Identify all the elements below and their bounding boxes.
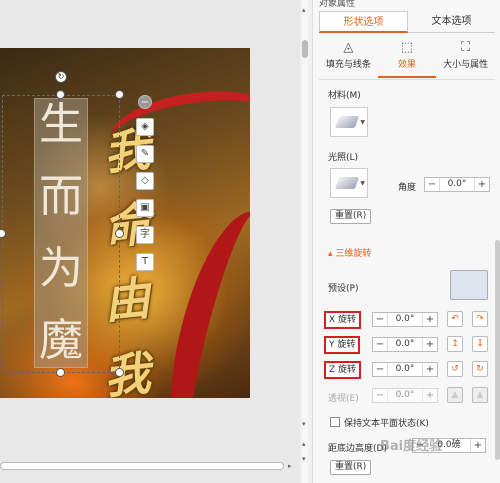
layers-icon[interactable]: ◈ bbox=[136, 118, 154, 136]
material-preview bbox=[334, 116, 360, 128]
lighting-label: 光照(L) bbox=[328, 153, 359, 163]
size-icon: ⛶ bbox=[461, 40, 471, 55]
tab-text-options[interactable]: 文本选项 bbox=[408, 11, 495, 33]
resize-handle[interactable] bbox=[56, 90, 65, 99]
preset-label: 预设(P) bbox=[328, 284, 359, 294]
rotate-cw-icon[interactable]: ↻ bbox=[472, 361, 488, 377]
perspective-narrow-icon: ▲ bbox=[447, 387, 463, 403]
y-rotation-stepper[interactable]: − 0.0° + bbox=[372, 337, 438, 352]
scroll-up-arrow-icon[interactable]: ▴ bbox=[302, 440, 306, 448]
panel-subtabs: ◬ 填充与线条 ⬚ 效果 ⛶ 大小与属性 bbox=[319, 38, 495, 78]
keep-text-flat-checkbox[interactable] bbox=[330, 417, 340, 427]
scroll-up-arrow-icon[interactable]: ▴ bbox=[302, 6, 306, 14]
chevron-down-icon: ▼ bbox=[360, 180, 365, 187]
subtab-effects[interactable]: ⬚ 效果 bbox=[377, 38, 437, 78]
subtab-size-properties[interactable]: ⛶ 大小与属性 bbox=[436, 38, 495, 78]
x-rotation-value[interactable]: 0.0° bbox=[387, 313, 423, 326]
font-icon[interactable]: 字 bbox=[136, 226, 154, 244]
red-ribbon-right bbox=[149, 200, 250, 398]
border-icon[interactable]: ▣ bbox=[136, 199, 154, 217]
z-rotation-stepper[interactable]: − 0.0° + bbox=[372, 362, 438, 377]
minus-button[interactable]: − bbox=[373, 363, 387, 376]
x-rotation-label: X 旋转 bbox=[324, 311, 362, 329]
subtab-label: 大小与属性 bbox=[443, 60, 489, 70]
distance-label: 距底边高度(D) bbox=[328, 444, 387, 454]
section-label: 三维旋转 bbox=[335, 249, 372, 259]
plus-button[interactable]: + bbox=[475, 178, 489, 191]
floating-toolbar: − ◈ ✎ ◇ ▣ 字 T bbox=[136, 95, 154, 271]
effects-icon: ⬚ bbox=[400, 40, 414, 55]
perspective-label: 透视(E) bbox=[328, 394, 359, 404]
resize-handle[interactable] bbox=[115, 229, 124, 238]
reset-button[interactable]: 重置(R) bbox=[330, 209, 372, 224]
subtab-fill-line[interactable]: ◬ 填充与线条 bbox=[319, 38, 378, 78]
textbox-icon[interactable]: T bbox=[136, 253, 154, 271]
plus-button[interactable]: + bbox=[423, 338, 437, 351]
rotate-handle[interactable]: ↻ bbox=[55, 71, 67, 83]
scroll-right-arrow-icon[interactable]: ▸ bbox=[288, 462, 292, 470]
object-properties-panel: 对象属性 形状选项 文本选项 ◬ 填充与线条 ⬚ 效果 ⛶ 大小与属性 bbox=[312, 0, 500, 483]
slide-canvas: 生 而 为 魔 我 命 由 我 ↻ − ◈ ✎ ◇ ▣ 字 T ▸ bbox=[0, 0, 300, 483]
z-rotation-label: Z 旋转 bbox=[324, 361, 362, 379]
rotate-right-icon[interactable]: ↷ bbox=[472, 311, 488, 327]
plus-button: + bbox=[425, 390, 435, 401]
y-rotation-label: Y 旋转 bbox=[324, 336, 361, 354]
angle-value[interactable]: 0.0° bbox=[439, 178, 475, 191]
perspective-value: 0.0° bbox=[387, 389, 423, 402]
lighting-dropdown[interactable]: ▼ bbox=[330, 168, 368, 198]
x-rotation-stepper[interactable]: − 0.0° + bbox=[372, 312, 438, 327]
horizontal-scrollbar[interactable] bbox=[0, 462, 284, 470]
minus-button[interactable]: − bbox=[373, 313, 387, 326]
fill-icon[interactable]: ◇ bbox=[136, 172, 154, 190]
resize-handle[interactable] bbox=[115, 90, 124, 99]
tab-shape-options[interactable]: 形状选项 bbox=[319, 11, 408, 33]
minus-circle-icon[interactable]: − bbox=[138, 95, 152, 109]
lighting-preview bbox=[334, 177, 360, 189]
pen-icon[interactable]: ✎ bbox=[136, 145, 154, 163]
angle-stepper[interactable]: − 0.0° + bbox=[424, 177, 490, 192]
keep-text-flat-label: 保持文本平面状态(K) bbox=[344, 419, 429, 429]
section-3d-rotation[interactable]: ▴ 三维旋转 bbox=[328, 246, 371, 259]
panel-scrollbar[interactable] bbox=[495, 240, 500, 460]
scrollbar-thumb[interactable] bbox=[302, 40, 308, 58]
watermark: Bai度经验 bbox=[380, 439, 443, 454]
tilt-up-icon[interactable]: ↥ bbox=[447, 336, 463, 352]
tilt-down-icon[interactable]: ↧ bbox=[472, 336, 488, 352]
angle-label: 角度 bbox=[398, 183, 417, 193]
scroll-down-arrow-icon[interactable]: ▾ bbox=[302, 420, 306, 428]
divider bbox=[319, 79, 495, 80]
minus-button[interactable]: − bbox=[373, 338, 387, 351]
subtab-label: 填充与线条 bbox=[325, 60, 371, 70]
y-rotation-value[interactable]: 0.0° bbox=[387, 338, 423, 351]
scroll-down-arrow-icon[interactable]: ▾ bbox=[302, 455, 306, 463]
perspective-widen-icon: ▲ bbox=[472, 387, 488, 403]
canvas-vertical-scrollbar[interactable] bbox=[302, 0, 308, 483]
plus-button[interactable]: + bbox=[423, 313, 437, 326]
panel-title: 对象属性 bbox=[319, 0, 356, 9]
subtab-label: 效果 bbox=[398, 60, 417, 70]
rotate-ccw-icon[interactable]: ↺ bbox=[447, 361, 463, 377]
reset-button[interactable]: 重置(R) bbox=[330, 460, 372, 475]
preset-dropdown[interactable] bbox=[450, 270, 488, 300]
z-rotation-value[interactable]: 0.0° bbox=[387, 363, 423, 376]
panel-tabs: 形状选项 文本选项 bbox=[319, 11, 495, 33]
chevron-down-icon: ▼ bbox=[360, 119, 365, 126]
selection-frame bbox=[2, 95, 120, 373]
paint-bucket-icon: ◬ bbox=[343, 40, 354, 55]
resize-handle[interactable] bbox=[56, 368, 65, 377]
minus-button[interactable]: − bbox=[425, 178, 439, 191]
rotate-left-icon[interactable]: ↶ bbox=[447, 311, 463, 327]
material-dropdown[interactable]: ▼ bbox=[330, 107, 368, 137]
minus-button: − bbox=[375, 390, 385, 401]
material-label: 材料(M) bbox=[328, 91, 361, 101]
resize-handle[interactable] bbox=[115, 368, 124, 377]
perspective-stepper: − 0.0° + bbox=[372, 388, 438, 403]
plus-button[interactable]: + bbox=[423, 363, 437, 376]
plus-button[interactable]: + bbox=[471, 439, 485, 452]
